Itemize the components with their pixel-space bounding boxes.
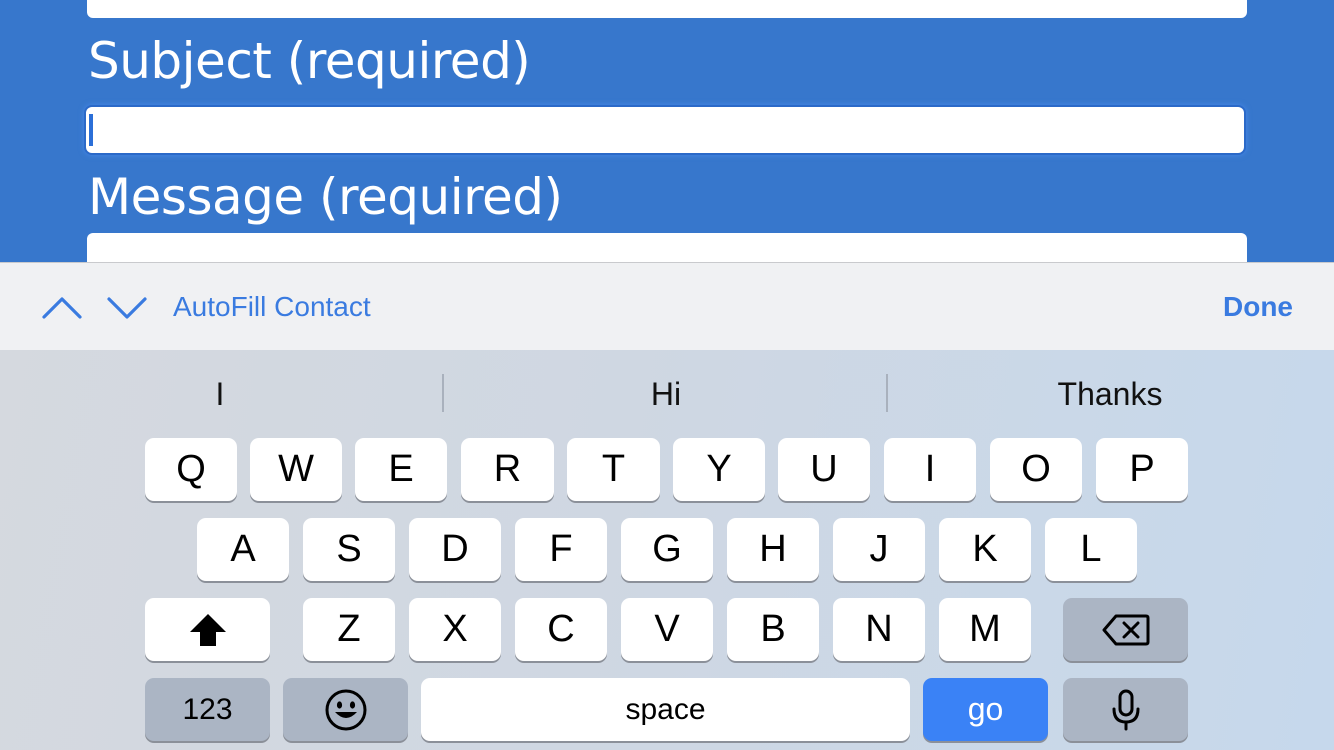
key-s[interactable]: S (303, 518, 395, 581)
go-key[interactable]: go (923, 678, 1048, 741)
key-d[interactable]: D (409, 518, 501, 581)
key-c[interactable]: C (515, 598, 607, 661)
suggestion-divider (442, 374, 444, 412)
autofill-contact-button[interactable]: AutoFill Contact (173, 291, 371, 323)
done-button[interactable]: Done (1223, 291, 1293, 323)
key-j[interactable]: J (833, 518, 925, 581)
chevron-down-icon (107, 297, 147, 319)
space-key[interactable]: space (421, 678, 910, 741)
key-x[interactable]: X (409, 598, 501, 661)
key-y[interactable]: Y (673, 438, 765, 501)
key-k[interactable]: K (939, 518, 1031, 581)
delete-key[interactable] (1063, 598, 1188, 661)
key-e[interactable]: E (355, 438, 447, 501)
shift-key[interactable] (145, 598, 270, 661)
next-field-button[interactable] (103, 283, 151, 331)
subject-label: Subject (required) (88, 32, 531, 90)
shift-icon (189, 613, 226, 646)
key-u[interactable]: U (778, 438, 870, 501)
suggestion-item[interactable]: I (0, 376, 440, 413)
text-caret (89, 114, 93, 146)
key-o[interactable]: O (990, 438, 1082, 501)
key-n[interactable]: N (833, 598, 925, 661)
key-p[interactable]: P (1096, 438, 1188, 501)
subject-input[interactable] (86, 107, 1244, 153)
key-l[interactable]: L (1045, 518, 1137, 581)
emoji-key[interactable] (283, 678, 408, 741)
suggestion-divider (886, 374, 888, 412)
keyboard: I Hi Thanks Q W E R T Y U I O P A S D F … (0, 350, 1334, 750)
key-g[interactable]: G (621, 518, 713, 581)
dictation-key[interactable] (1063, 678, 1188, 741)
key-a[interactable]: A (197, 518, 289, 581)
key-h[interactable]: H (727, 518, 819, 581)
key-q[interactable]: Q (145, 438, 237, 501)
key-r[interactable]: R (461, 438, 554, 501)
numbers-key[interactable]: 123 (145, 678, 270, 741)
keyboard-accessory-bar: AutoFill Contact Done (0, 262, 1334, 351)
message-input[interactable] (87, 233, 1247, 262)
microphone-icon (1112, 689, 1139, 730)
previous-field-button[interactable] (38, 283, 86, 331)
chevron-up-icon (42, 297, 82, 319)
key-w[interactable]: W (250, 438, 342, 501)
key-i[interactable]: I (884, 438, 976, 501)
key-v[interactable]: V (621, 598, 713, 661)
suggestion-item[interactable]: Hi (446, 376, 886, 413)
previous-field-input[interactable] (87, 0, 1247, 18)
key-m[interactable]: M (939, 598, 1031, 661)
suggestion-item[interactable]: Thanks (890, 376, 1330, 413)
backspace-icon (1102, 614, 1149, 645)
predictive-text-bar: I Hi Thanks (0, 350, 1334, 438)
key-t[interactable]: T (567, 438, 660, 501)
key-z[interactable]: Z (303, 598, 395, 661)
key-b[interactable]: B (727, 598, 819, 661)
emoji-icon (325, 689, 366, 730)
message-label: Message (required) (88, 168, 563, 226)
contact-form: Subject (required) Message (required) (0, 0, 1334, 262)
key-f[interactable]: F (515, 518, 607, 581)
